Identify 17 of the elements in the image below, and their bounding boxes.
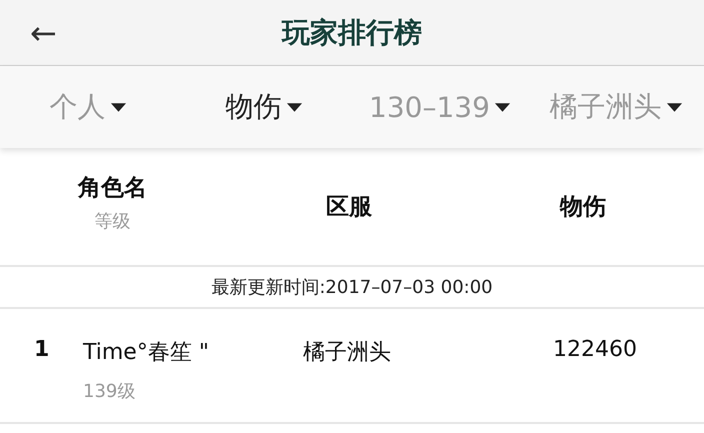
server-name: 橘子洲头 [303, 340, 391, 365]
caret-icon [286, 102, 302, 112]
update-time: 最新更新时间:2017–07–03 00:00 [0, 267, 704, 309]
rank-number: 1 [34, 337, 50, 362]
caret-icon [110, 102, 126, 112]
column-header[interactable]: 物伤 [560, 191, 606, 222]
filter-dropdown[interactable]: 物伤 [226, 88, 302, 126]
back-button[interactable]: ← [24, 12, 63, 52]
column-header[interactable]: 区服 [326, 191, 372, 222]
caret-icon [666, 102, 682, 112]
column-subheader: 等级 [94, 210, 130, 233]
player-level: 139级 [83, 380, 136, 403]
column-header[interactable]: 角色名 [78, 172, 147, 203]
page-title: 玩家排行榜 [280, 14, 423, 50]
damage-value: 122460 [553, 337, 637, 362]
player-name: Time°春笙 " [83, 339, 210, 367]
caret-icon [494, 102, 511, 112]
